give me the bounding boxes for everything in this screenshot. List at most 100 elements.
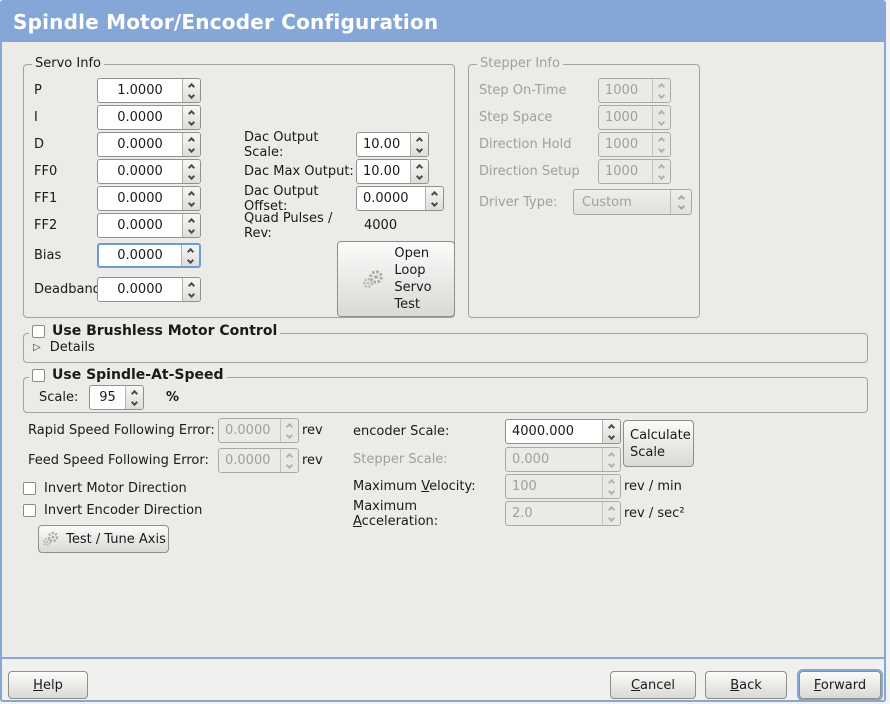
spin-arrows-icon[interactable] <box>182 160 200 183</box>
help-button[interactable]: Help <box>8 671 88 699</box>
feed-following-error-unit: rev <box>302 453 323 468</box>
dac-output-offset-label: Dac Output Offset: <box>244 184 356 214</box>
spin-arrows-icon[interactable] <box>181 245 199 266</box>
d-spinbox[interactable]: 0.0000 <box>97 132 201 157</box>
details-label: Details <box>50 340 95 355</box>
spin-arrows-icon <box>602 475 620 498</box>
p-spinbox[interactable]: 1.0000 <box>97 78 201 103</box>
brushless-checkbox-row[interactable]: Use Brushless Motor Control <box>29 323 280 339</box>
scale-spinbox[interactable]: 95 <box>89 385 144 410</box>
expander-arrow-icon[interactable]: ▷ <box>33 342 41 353</box>
cancel-label: Cancel <box>631 678 675 693</box>
spin-arrows-icon <box>652 79 670 102</box>
quad-pulses-value: 4000 <box>364 218 397 233</box>
spin-arrows-icon[interactable] <box>182 187 200 210</box>
driver-type-value: Custom <box>574 195 670 210</box>
at-speed-checkbox-row[interactable]: Use Spindle-At-Speed <box>29 367 227 383</box>
maximum-velocity-label: Maximum Velocity: <box>353 479 505 494</box>
spin-arrows-icon[interactable] <box>410 160 428 183</box>
title-bar: Spindle Motor/Encoder Configuration <box>2 2 884 42</box>
servo-info-title: Servo Info <box>32 56 104 72</box>
direction-hold-spinbox: 1000 <box>598 132 671 157</box>
dac-max-output-spinbox[interactable]: 10.00 <box>356 159 429 184</box>
page-title: Spindle Motor/Encoder Configuration <box>13 10 438 34</box>
spin-arrows-icon <box>652 160 670 183</box>
action-bar: Help Cancel Back Forward <box>2 657 884 700</box>
spin-arrows-icon[interactable] <box>602 420 620 443</box>
use-spindle-at-speed-checkbox[interactable] <box>32 369 45 382</box>
dac-max-output-label: Dac Max Output: <box>244 164 356 179</box>
invert-motor-label: Invert Motor Direction <box>44 481 187 496</box>
maximum-acceleration-spinbox: 2.0 <box>505 501 621 526</box>
p-label: P <box>34 83 97 98</box>
maximum-velocity-unit: rev / min <box>624 479 682 494</box>
ff0-spinbox[interactable]: 0.0000 <box>97 159 201 184</box>
d-label: D <box>34 137 97 152</box>
i-label: I <box>34 110 97 125</box>
spin-arrows-icon[interactable] <box>425 187 443 210</box>
ff2-spinbox[interactable]: 0.0000 <box>97 213 201 238</box>
dac-output-scale-spinbox[interactable]: 10.00 <box>356 132 429 157</box>
spin-arrows-icon[interactable] <box>182 214 200 237</box>
step-on-time-spinbox: 1000 <box>598 78 671 103</box>
details-expander[interactable]: ▷ Details <box>33 340 95 355</box>
bias-spinbox[interactable]: 0.0000 <box>97 243 201 268</box>
help-label: Help <box>33 678 63 693</box>
invert-encoder-row[interactable]: Invert Encoder Direction <box>23 502 202 518</box>
spin-arrows-icon <box>602 448 620 471</box>
back-button[interactable]: Back <box>705 671 787 699</box>
servo-info-frame: Servo Info P 1.0000 I 0.0000 D 0.0000 FF… <box>23 64 455 318</box>
invert-motor-checkbox[interactable] <box>23 482 36 495</box>
calculate-scale-button[interactable]: Calculate Scale <box>623 420 694 467</box>
spin-arrows-icon <box>280 419 298 442</box>
cancel-button[interactable]: Cancel <box>610 671 696 699</box>
driver-type-combobox: Custom <box>573 189 692 215</box>
i-spinbox[interactable]: 0.0000 <box>97 105 201 130</box>
direction-setup-spinbox: 1000 <box>598 159 671 184</box>
invert-encoder-label: Invert Encoder Direction <box>44 503 202 518</box>
spin-arrows-icon <box>280 449 298 472</box>
spin-arrows-icon <box>602 502 620 525</box>
dac-output-offset-spinbox[interactable]: 0.0000 <box>356 186 444 211</box>
stepper-scale-spinbox: 0.000 <box>505 447 621 472</box>
spin-arrows-icon <box>652 106 670 129</box>
forward-label: Forward <box>814 678 866 693</box>
encoder-scale-label: encoder Scale: <box>353 424 505 439</box>
use-brushless-checkbox[interactable] <box>32 325 45 338</box>
ff2-label: FF2 <box>34 218 97 233</box>
direction-hold-label: Direction Hold <box>479 137 598 152</box>
ff1-label: FF1 <box>34 191 97 206</box>
ff1-spinbox[interactable]: 0.0000 <box>97 186 201 211</box>
scale-unit: % <box>166 390 179 405</box>
invert-encoder-checkbox[interactable] <box>23 504 36 517</box>
step-space-spinbox: 1000 <box>598 105 671 130</box>
feed-following-error-spinbox: 0.0000 <box>218 448 299 473</box>
maximum-acceleration-unit: rev / sec² <box>624 506 685 521</box>
spin-arrows-icon[interactable] <box>182 79 200 102</box>
bias-label: Bias <box>34 248 97 263</box>
spin-arrows-icon[interactable] <box>182 106 200 129</box>
rapid-following-error-spinbox: 0.0000 <box>218 418 299 443</box>
at-speed-frame: Use Spindle-At-Speed Scale: 95 % <box>23 377 868 413</box>
stepper-info-title: Stepper Info <box>477 56 563 72</box>
spin-arrows-icon <box>652 133 670 156</box>
brushless-frame: Use Brushless Motor Control ▷ Details <box>23 333 868 363</box>
open-loop-servo-test-label: Open Loop Servo Test <box>394 245 431 313</box>
open-loop-servo-test-button[interactable]: Open Loop Servo Test <box>337 241 455 317</box>
spin-arrows-icon[interactable] <box>182 278 200 301</box>
step-on-time-label: Step On-Time <box>479 83 598 98</box>
spin-arrows-icon[interactable] <box>125 386 143 409</box>
test-tune-axis-label: Test / Tune Axis <box>66 532 166 547</box>
step-space-label: Step Space <box>479 110 598 125</box>
ff0-label: FF0 <box>34 164 97 179</box>
encoder-scale-spinbox[interactable]: 4000.000 <box>505 419 621 444</box>
invert-motor-row[interactable]: Invert Motor Direction <box>23 480 187 496</box>
dialog-window: Spindle Motor/Encoder Configuration Serv… <box>0 0 886 702</box>
test-tune-axis-button[interactable]: Test / Tune Axis <box>38 525 169 553</box>
spin-arrows-icon[interactable] <box>182 133 200 156</box>
use-brushless-label: Use Brushless Motor Control <box>52 323 277 339</box>
calculate-scale-label: Calculate Scale <box>630 427 691 461</box>
forward-button[interactable]: Forward <box>799 671 881 699</box>
deadband-spinbox[interactable]: 0.0000 <box>97 277 201 302</box>
spin-arrows-icon[interactable] <box>410 133 428 156</box>
